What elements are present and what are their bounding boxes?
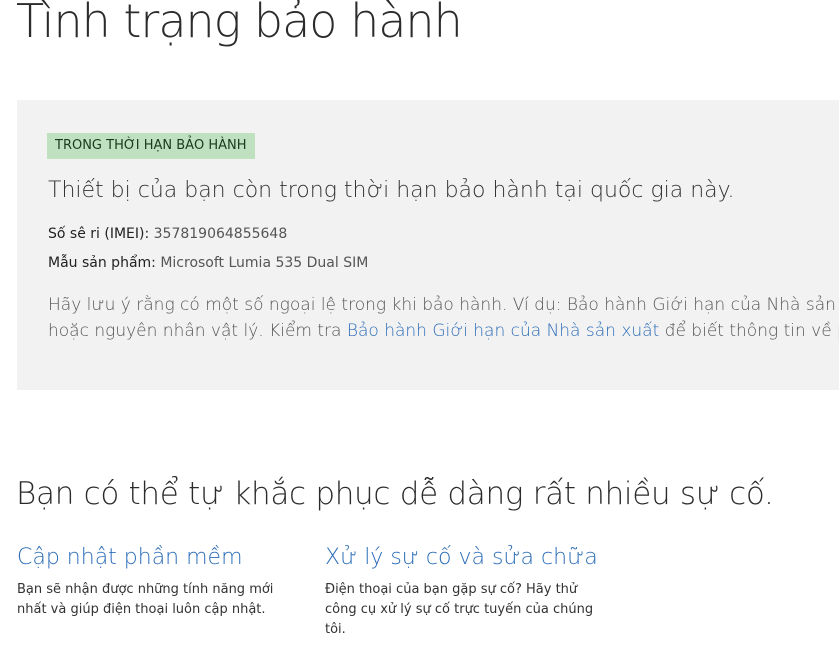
page-title: Tình trạng bảo hành [16,0,463,48]
selfhelp-section-title: Bạn có thể tự khắc phục dễ dàng rất nhiề… [16,476,774,512]
status-badge: TRONG THỜI HẠN BẢO HÀNH [47,133,255,159]
limited-warranty-link[interactable]: Bảo hành Giới hạn của Nhà sản xuất [347,321,659,341]
warranty-status-panel: TRONG THỜI HẠN BẢO HÀNH Thiết bị của bạn… [17,100,839,390]
imei-value: 357819064855648 [153,226,288,242]
software-update-card: Cập nhật phần mềm Bạn sẽ nhận được những… [17,545,297,620]
software-update-link[interactable]: Cập nhật phần mềm [17,545,297,570]
model-label: Mẫu sản phẩm: [48,255,156,271]
software-update-description: Bạn sẽ nhận được những tính năng mới nhấ… [17,582,274,617]
model-value: Microsoft Lumia 535 Dual SIM [160,255,369,271]
imei-row: Số sê ri (IMEI): 357819064855648 [48,226,287,242]
model-row: Mẫu sản phẩm: Microsoft Lumia 535 Dual S… [48,255,368,271]
note-text-before-link: hoặc nguyên nhân vật lý. Kiểm tra [48,321,347,341]
note-line-2: hoặc nguyên nhân vật lý. Kiểm tra Bảo hà… [48,318,839,344]
troubleshoot-repair-link[interactable]: Xử lý sự cố và sửa chữa [325,545,605,570]
note-line-1: Hãy lưu ý rằng có một số ngoại lệ trong … [48,295,839,315]
warranty-note: Hãy lưu ý rằng có một số ngoại lệ trong … [48,292,839,344]
imei-label: Số sê ri (IMEI): [48,226,150,242]
troubleshoot-card: Xử lý sự cố và sửa chữa Điện thoại của b… [325,545,605,640]
status-message: Thiết bị của bạn còn trong thời hạn bảo … [48,178,735,203]
troubleshoot-description: Điện thoại của bạn gặp sự cố? Hãy thử cô… [325,582,594,637]
note-text-after-link: để biết thông tin về phạ [664,321,839,341]
